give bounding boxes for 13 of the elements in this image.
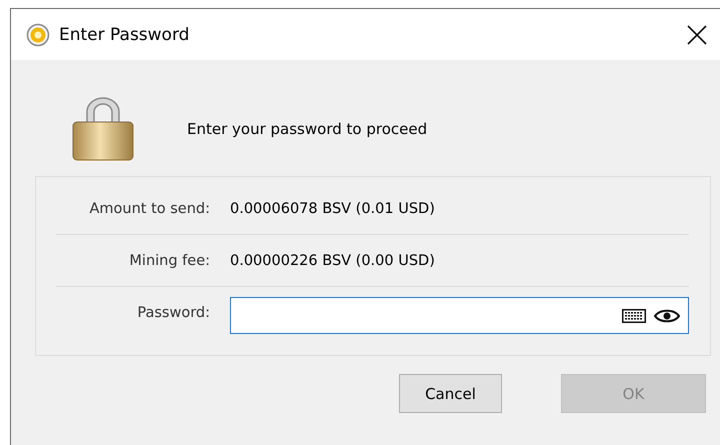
detail-label: Mining fee: xyxy=(128,252,211,268)
detail-label: Amount to send: xyxy=(88,200,211,216)
cancel-button[interactable]: Cancel xyxy=(399,374,502,413)
window-title: Enter Password xyxy=(59,24,190,44)
detail-value: 0.00000226 BSV (0.00 USD) xyxy=(230,252,435,268)
eye-icon[interactable] xyxy=(654,308,680,322)
detail-value: 0.00006078 BSV (0.01 USD) xyxy=(230,200,435,216)
password-label: Password: xyxy=(136,304,211,320)
password-field[interactable] xyxy=(230,297,689,334)
prompt-text: Enter your password to proceed xyxy=(187,120,428,138)
coin-icon xyxy=(26,22,50,46)
keyboard-icon[interactable] xyxy=(622,308,646,322)
padlock-icon xyxy=(71,96,135,162)
